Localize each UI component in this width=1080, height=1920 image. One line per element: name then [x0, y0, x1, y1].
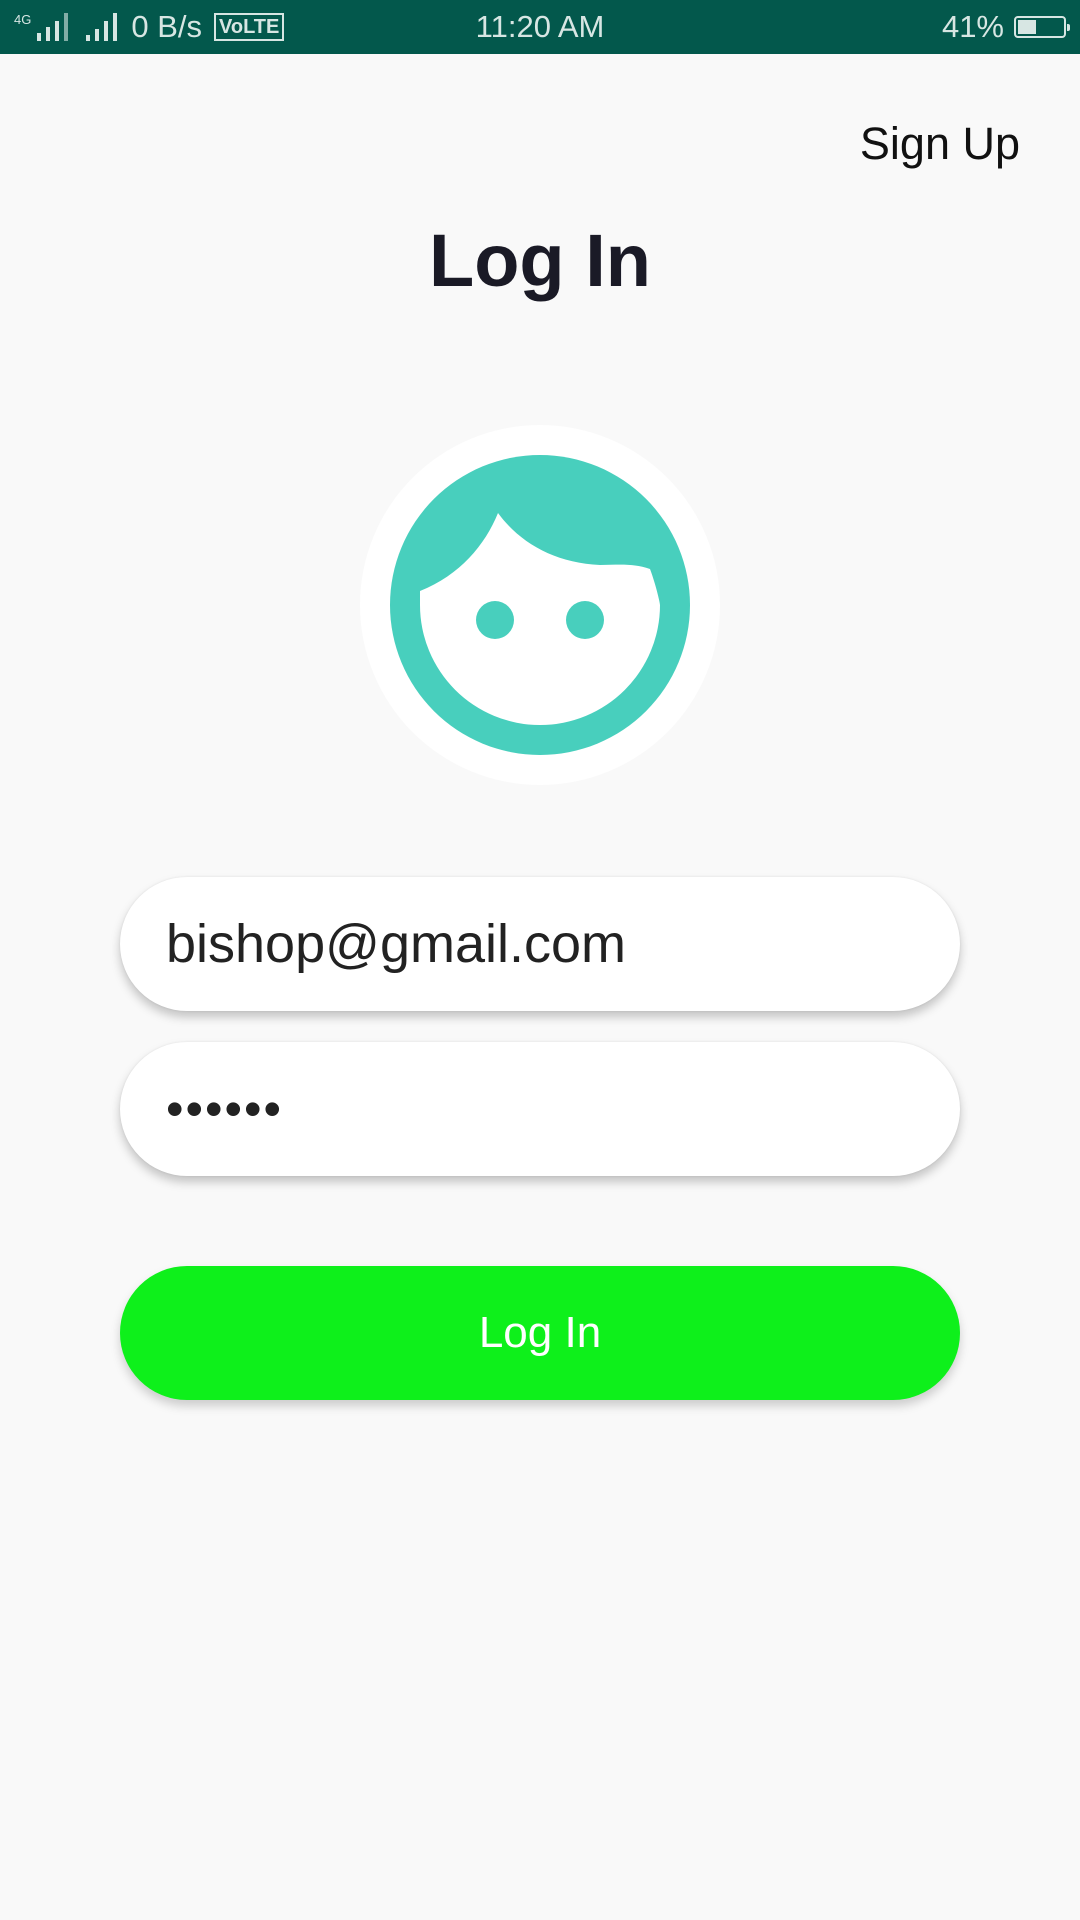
sign-up-link[interactable]: Sign Up [860, 118, 1020, 170]
password-field[interactable]: •••••• [120, 1042, 960, 1176]
avatar [360, 425, 720, 785]
face-icon [390, 455, 690, 755]
status-bar: 4G 0 B/s VoLTE 11:20 AM 41% [0, 0, 1080, 54]
status-right: 41% [941, 0, 1070, 54]
email-field[interactable]: bishop@gmail.com [120, 877, 960, 1011]
password-value: •••••• [166, 1081, 284, 1137]
page-title: Log In [429, 219, 651, 302]
email-value: bishop@gmail.com [166, 914, 627, 974]
login-button[interactable]: Log In [120, 1266, 960, 1400]
status-time: 11:20 AM [475, 9, 605, 44]
battery-fill [1018, 20, 1036, 34]
battery-icon [1014, 16, 1070, 38]
login-button-label: Log In [478, 1308, 602, 1357]
battery-percent: 41% [941, 9, 1004, 44]
